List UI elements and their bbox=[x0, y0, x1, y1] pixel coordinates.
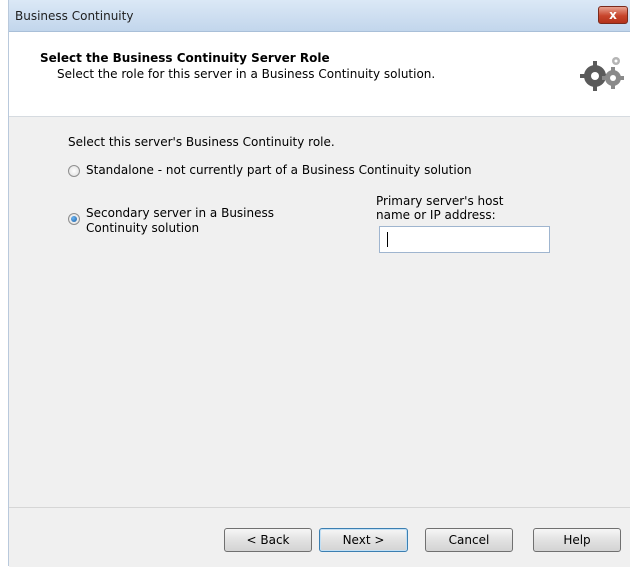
primary-host-input[interactable] bbox=[379, 226, 550, 253]
title-bar: Business Continuity x bbox=[9, 0, 630, 32]
secondary-radio[interactable] bbox=[68, 213, 80, 225]
wizard-content: Select this server's Business Continuity… bbox=[9, 117, 630, 507]
secondary-label-line1: Secondary server in a Business bbox=[86, 206, 275, 220]
host-label-line2: name or IP address: bbox=[376, 208, 496, 222]
button-bar: < Back Next > Cancel Help bbox=[9, 507, 630, 567]
role-prompt: Select this server's Business Continuity… bbox=[68, 135, 335, 149]
secondary-label: Secondary server in a Business Continuit… bbox=[86, 206, 274, 236]
standalone-option[interactable]: Standalone - not currently part of a Bus… bbox=[68, 163, 472, 178]
next-button[interactable]: Next > bbox=[319, 528, 408, 552]
cancel-button[interactable]: Cancel bbox=[425, 528, 513, 552]
window-title: Business Continuity bbox=[15, 9, 134, 23]
standalone-radio[interactable] bbox=[68, 165, 80, 177]
back-button[interactable]: < Back bbox=[224, 528, 312, 552]
help-button[interactable]: Help bbox=[533, 528, 621, 552]
text-caret bbox=[387, 232, 388, 247]
business-continuity-dialog: Business Continuity x Select the Busines… bbox=[8, 0, 630, 567]
standalone-label: Standalone - not currently part of a Bus… bbox=[86, 163, 472, 177]
page-title: Select the Business Continuity Server Ro… bbox=[40, 51, 330, 65]
wizard-header: Select the Business Continuity Server Ro… bbox=[9, 32, 630, 117]
host-label: Primary server's host name or IP address… bbox=[376, 194, 503, 222]
gears-icon bbox=[580, 57, 624, 91]
host-label-line1: Primary server's host bbox=[376, 194, 504, 208]
page-subtitle: Select the role for this server in a Bus… bbox=[57, 67, 436, 81]
secondary-label-line2: Continuity solution bbox=[86, 221, 200, 235]
secondary-option[interactable]: Secondary server in a Business Continuit… bbox=[68, 206, 274, 236]
close-button[interactable]: x bbox=[598, 6, 628, 24]
close-icon: x bbox=[609, 8, 617, 22]
